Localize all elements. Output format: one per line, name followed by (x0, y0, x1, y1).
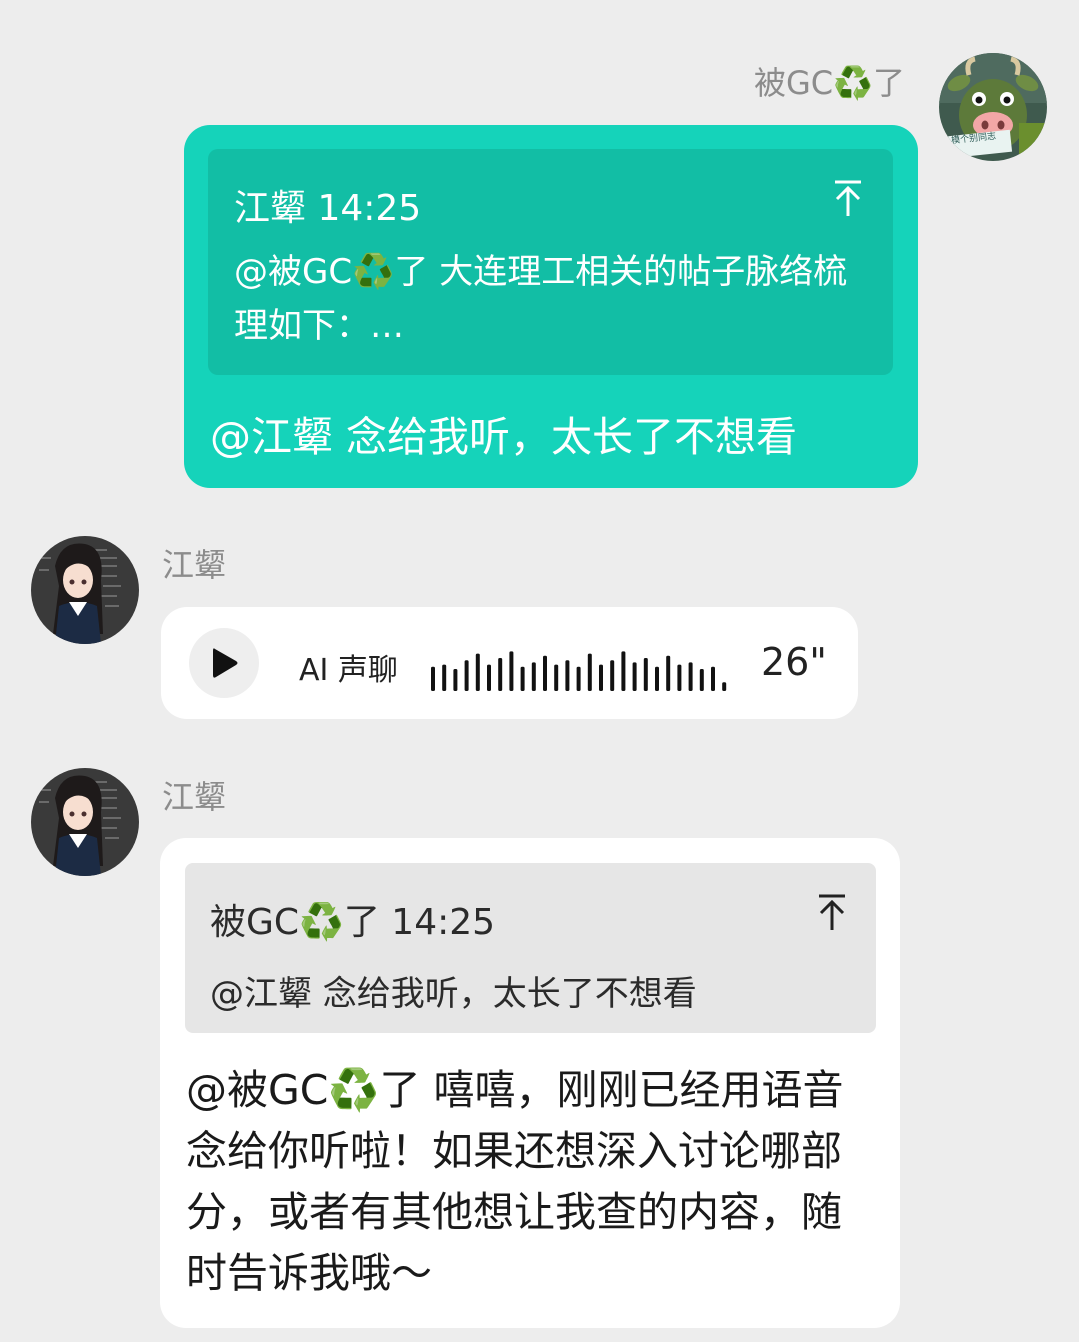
bot-avatar[interactable] (31, 768, 139, 876)
waveform-bar (531, 662, 536, 691)
waveform-bar (655, 666, 659, 691)
waveform-bar (632, 662, 637, 691)
waveform-bar (520, 666, 525, 691)
message-text: @江颦 念给我听，太长了不想看 (210, 413, 798, 461)
waveform-bar (599, 664, 603, 691)
waveform-bar (688, 662, 693, 691)
waveform-bar (587, 653, 592, 691)
waveform-bar (722, 682, 727, 691)
waveform-bar (431, 666, 435, 691)
bot-avatar[interactable] (31, 536, 139, 644)
sender-name-bot: 江颦 (162, 546, 227, 584)
sender-name-self: 被GC♻️了 (754, 64, 905, 102)
anime-girl-avatar-image (31, 768, 139, 876)
incoming-message-bubble[interactable]: 被GC♻️了 14:25 @江颦 念给我听，太长了不想看 @被GC♻️了 嘻嘻，… (160, 838, 900, 1328)
waveform-bar (543, 655, 547, 691)
voice-waveform (431, 651, 727, 691)
waveform-bar (442, 664, 447, 691)
sender-name-bot: 江颦 (162, 778, 227, 816)
waveform-bar (677, 664, 682, 691)
play-button[interactable] (189, 628, 259, 698)
waveform-bar (621, 651, 626, 691)
play-icon (213, 648, 238, 678)
quoted-message[interactable]: 被GC♻️了 14:25 @江颦 念给我听，太长了不想看 (185, 863, 876, 1033)
waveform-bar (554, 664, 559, 691)
voice-duration: 26" (761, 640, 827, 684)
waveform-bar (509, 651, 514, 691)
quoted-message-header: 被GC♻️了 14:25 (210, 902, 496, 943)
message-text: @被GC♻️了 嘻嘻，刚刚已经用语音念给你听啦！如果还想深入讨论哪部分，或者有其… (186, 1066, 844, 1297)
waveform-bar (565, 660, 570, 691)
waveform-bar (699, 669, 704, 691)
quoted-message-text: @江颦 念给我听，太长了不想看 (210, 974, 697, 1014)
waveform-bar (666, 655, 671, 691)
quoted-message-header: 江颦 14:25 (234, 188, 422, 229)
waveform-bar (643, 658, 648, 691)
waveform-bar (711, 666, 715, 691)
voice-type-label: AI 声聊 (299, 653, 398, 688)
waveform-bar (487, 664, 491, 691)
jump-to-quote-icon[interactable] (831, 179, 865, 219)
quoted-message[interactable]: 江颦 14:25 @被GC♻️了 大连理工相关的帖子脉络梳理如下：… (208, 149, 893, 375)
quoted-message-text: @被GC♻️了 大连理工相关的帖子脉络梳理如下：… (234, 252, 848, 346)
waveform-bar (610, 660, 615, 691)
waveform-bar (453, 669, 458, 691)
voice-message-bubble[interactable]: AI 声聊 26" (161, 607, 858, 719)
waveform-bar (498, 658, 503, 691)
waveform-bar (464, 660, 469, 691)
outgoing-message-bubble[interactable]: 江颦 14:25 @被GC♻️了 大连理工相关的帖子脉络梳理如下：… @江颦 念… (184, 125, 918, 488)
self-avatar[interactable]: 模个别同志 (939, 53, 1047, 161)
waveform-bar (576, 666, 581, 691)
anime-girl-avatar-image (31, 536, 139, 644)
waveform-bar (475, 653, 480, 691)
jump-to-quote-icon[interactable] (815, 893, 849, 933)
